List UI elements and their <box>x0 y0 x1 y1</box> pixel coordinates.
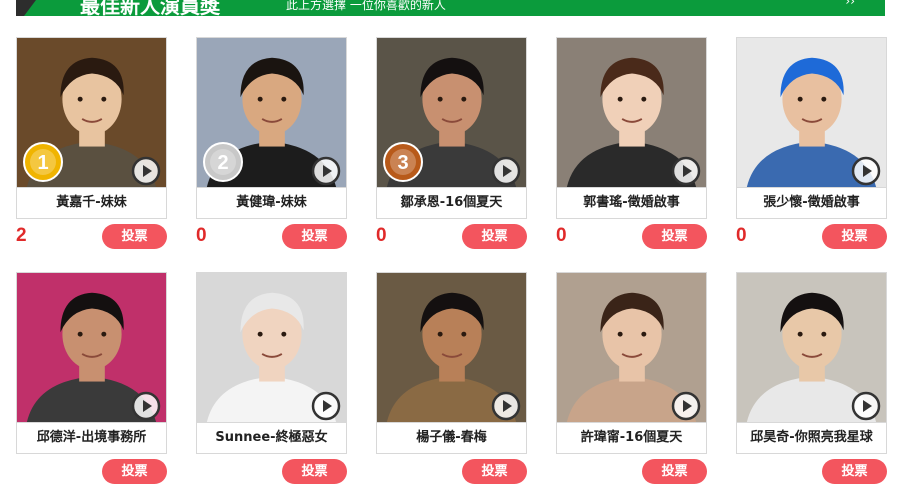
vote-button[interactable]: 投票 <box>282 459 347 484</box>
vote-button[interactable]: 投票 <box>822 224 887 249</box>
play-video-icon[interactable] <box>851 156 881 186</box>
candidate-name: 張少懷-徵婚啟事 <box>736 188 887 219</box>
play-video-icon[interactable] <box>671 156 701 186</box>
candidate-card: 楊子儀-春梅 投票 <box>376 272 527 487</box>
candidate-card: 張少懷-徵婚啟事 0 投票 <box>736 37 887 252</box>
play-video-icon[interactable] <box>131 156 161 186</box>
candidate-name: 黃健瑋-妹妹 <box>196 188 347 219</box>
vote-row: 投票 <box>556 459 707 487</box>
play-video-icon[interactable] <box>491 156 521 186</box>
play-video-icon[interactable] <box>671 391 701 421</box>
vote-button[interactable]: 投票 <box>102 459 167 484</box>
candidate-name: 許瑋甯-16個夏天 <box>556 423 707 454</box>
candidate-card: Sunnee-終極惡女 投票 <box>196 272 347 487</box>
vote-button[interactable]: 投票 <box>462 459 527 484</box>
header-bar: 最佳新人演員獎 此上方選擇 一位你喜歡的新人 ›› <box>16 0 885 16</box>
candidate-photo[interactable] <box>736 272 887 423</box>
vote-row: 投票 <box>16 459 167 487</box>
candidate-photo[interactable]: 3 <box>376 37 527 188</box>
candidate-photo[interactable]: 2 <box>196 37 347 188</box>
rank-number: 2 <box>217 152 228 174</box>
vote-button[interactable]: 投票 <box>282 224 347 249</box>
vote-count: 0 <box>196 225 207 246</box>
rank-number: 3 <box>397 152 408 174</box>
rank-medal-icon: 1 <box>23 142 63 182</box>
vote-row: 投票 <box>196 459 347 487</box>
vote-row: 0 投票 <box>736 224 887 252</box>
play-video-icon[interactable] <box>311 391 341 421</box>
candidate-name: 楊子儀-春梅 <box>376 423 527 454</box>
candidate-photo[interactable] <box>556 272 707 423</box>
rank-medal-icon: 3 <box>383 142 423 182</box>
vote-row: 0 投票 <box>376 224 527 252</box>
candidate-photo[interactable] <box>556 37 707 188</box>
candidate-photo[interactable] <box>736 37 887 188</box>
header-corner <box>16 0 36 16</box>
vote-count: 0 <box>376 225 387 246</box>
page-title: 最佳新人演員獎 <box>80 0 220 16</box>
play-video-icon[interactable] <box>311 156 341 186</box>
candidate-card: 2 黃健瑋-妹妹 0 投票 <box>196 37 347 252</box>
candidate-name: 邱昊奇-你照亮我星球 <box>736 423 887 454</box>
candidate-photo[interactable] <box>196 272 347 423</box>
candidate-name: 郭書瑤-徵婚啟事 <box>556 188 707 219</box>
rank-medal-icon: 2 <box>203 142 243 182</box>
candidate-name: 黃嘉千-妹妹 <box>16 188 167 219</box>
vote-button[interactable]: 投票 <box>102 224 167 249</box>
candidate-name: 鄒承恩-16個夏天 <box>376 188 527 219</box>
vote-button[interactable]: 投票 <box>642 224 707 249</box>
vote-count: 0 <box>556 225 567 246</box>
candidate-name: 邱德洋-出境事務所 <box>16 423 167 454</box>
candidate-name: Sunnee-終極惡女 <box>196 423 347 454</box>
page-subtitle: 此上方選擇 一位你喜歡的新人 <box>286 0 446 12</box>
candidate-card: 1 黃嘉千-妹妹 2 投票 <box>16 37 167 252</box>
vote-button[interactable]: 投票 <box>822 459 887 484</box>
candidate-card: 3 鄒承恩-16個夏天 0 投票 <box>376 37 527 252</box>
rank-number: 1 <box>37 152 48 174</box>
play-video-icon[interactable] <box>131 391 161 421</box>
play-video-icon[interactable] <box>491 391 521 421</box>
vote-row: 0 投票 <box>556 224 707 252</box>
vote-row: 投票 <box>376 459 527 487</box>
vote-row: 投票 <box>736 459 887 487</box>
candidate-card: 許瑋甯-16個夏天 投票 <box>556 272 707 487</box>
vote-count: 2 <box>16 225 27 246</box>
candidate-card: 郭書瑤-徵婚啟事 0 投票 <box>556 37 707 252</box>
vote-count: 0 <box>736 225 747 246</box>
candidate-card: 邱昊奇-你照亮我星球 投票 <box>736 272 887 487</box>
vote-row: 2 投票 <box>16 224 167 252</box>
candidate-card: 邱德洋-出境事務所 投票 <box>16 272 167 487</box>
vote-button[interactable]: 投票 <box>642 459 707 484</box>
candidate-photo[interactable]: 1 <box>16 37 167 188</box>
play-video-icon[interactable] <box>851 391 881 421</box>
vote-button[interactable]: 投票 <box>462 224 527 249</box>
candidate-photo[interactable] <box>16 272 167 423</box>
vote-row: 0 投票 <box>196 224 347 252</box>
candidate-photo[interactable] <box>376 272 527 423</box>
header-nav-link[interactable]: ›› <box>845 0 855 8</box>
